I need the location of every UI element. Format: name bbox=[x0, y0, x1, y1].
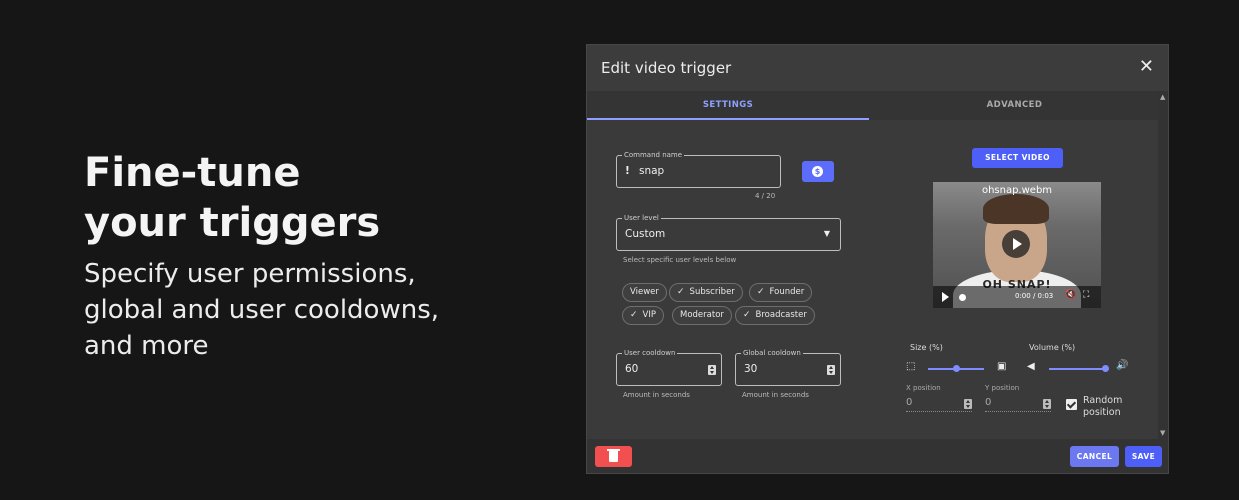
hero: Fine-tune your triggers Specify user per… bbox=[84, 148, 514, 364]
size-slider[interactable] bbox=[928, 365, 984, 372]
size-small-icon: ⬚ bbox=[906, 361, 916, 372]
stepper-icon[interactable] bbox=[708, 365, 716, 375]
dialog-body: Command name ! snap 4 / 20 $ User level … bbox=[587, 120, 1158, 439]
check-icon: ✓ bbox=[630, 310, 638, 320]
dollar-icon: $ bbox=[812, 166, 823, 177]
volume-label: Volume (%) bbox=[1029, 343, 1076, 352]
tab-settings[interactable]: SETTINGS bbox=[587, 91, 869, 120]
check-icon: ✓ bbox=[743, 310, 751, 320]
video-time: 0:00 / 0:03 bbox=[1015, 292, 1054, 300]
video-filename: ohsnap.webm bbox=[981, 185, 1053, 196]
chip-founder[interactable]: ✓ Founder bbox=[749, 283, 813, 302]
page: Fine-tune your triggers Specify user per… bbox=[0, 0, 1239, 500]
x-position-field[interactable]: X position 0 bbox=[906, 384, 972, 412]
random-position-label: Random position bbox=[1083, 395, 1123, 418]
hero-subtitle-line2: global and user cooldowns, bbox=[84, 295, 440, 325]
user-level-hint: Select specific user levels below bbox=[623, 256, 737, 264]
close-icon[interactable]: ✕ bbox=[1139, 57, 1154, 77]
play-overlay-icon[interactable] bbox=[1002, 230, 1030, 258]
price-button[interactable]: $ bbox=[802, 161, 834, 182]
user-level-select[interactable]: User level Custom ▼ bbox=[616, 213, 841, 251]
edit-video-dialog: Edit video trigger ✕ SETTINGS ADVANCED ▲… bbox=[586, 44, 1169, 474]
video-controls: 0:00 / 0:03 🔇 ⛶ bbox=[933, 286, 1101, 308]
scroll-down-icon[interactable]: ▼ bbox=[1160, 429, 1165, 437]
volume-slider-knob[interactable] bbox=[1101, 365, 1109, 372]
scroll-up-icon[interactable]: ▲ bbox=[1160, 93, 1165, 101]
command-counter: 4 / 20 bbox=[755, 192, 776, 200]
chip-label: Subscriber bbox=[689, 287, 735, 297]
hero-subtitle: Specify user permissions, global and use… bbox=[84, 256, 514, 364]
stepper-icon[interactable] bbox=[827, 365, 835, 375]
command-name-label: Command name bbox=[622, 150, 685, 160]
video-preview[interactable]: ohsnap.webm OH SNAP! 0:00 / 0:03 🔇 ⛶ bbox=[933, 182, 1101, 308]
chip-label: Viewer bbox=[630, 287, 659, 297]
tab-advanced[interactable]: ADVANCED bbox=[872, 91, 1157, 120]
chip-label: Moderator bbox=[680, 310, 724, 320]
volume-low-icon: ◀ bbox=[1027, 361, 1035, 372]
cancel-button[interactable]: CANCEL bbox=[1070, 446, 1119, 467]
command-name-field[interactable]: Command name ! snap bbox=[616, 150, 781, 188]
select-video-button[interactable]: SELECT VIDEO bbox=[972, 148, 1063, 168]
hero-title-line2: your triggers bbox=[84, 200, 381, 246]
scrollbar[interactable]: ▲ ▼ bbox=[1158, 91, 1168, 439]
chip-vip[interactable]: ✓ VIP bbox=[622, 306, 664, 325]
stepper-icon[interactable] bbox=[964, 399, 972, 409]
command-prefix: ! bbox=[625, 165, 630, 177]
user-cooldown-hint: Amount in seconds bbox=[623, 391, 690, 399]
check-icon: ✓ bbox=[757, 287, 765, 297]
chip-broadcaster[interactable]: ✓ Broadcaster bbox=[735, 306, 815, 325]
user-cooldown-label: User cooldown bbox=[622, 348, 678, 358]
fullscreen-icon[interactable]: ⛶ bbox=[1083, 290, 1089, 300]
global-cooldown-label: Global cooldown bbox=[741, 348, 803, 358]
chip-viewer[interactable]: Viewer bbox=[622, 283, 667, 302]
size-large-icon: ▣ bbox=[997, 361, 1007, 372]
hero-title-line1: Fine-tune bbox=[84, 150, 301, 196]
hero-subtitle-line1: Specify user permissions, bbox=[84, 259, 416, 289]
tab-bar: SETTINGS ADVANCED bbox=[587, 91, 1158, 120]
delete-button[interactable] bbox=[595, 446, 632, 467]
y-position-input[interactable]: 0 bbox=[985, 397, 991, 408]
trash-icon bbox=[607, 449, 620, 462]
mute-icon[interactable]: 🔇 bbox=[1065, 290, 1076, 300]
user-level-value: Custom bbox=[625, 228, 666, 240]
dialog-footer: CANCEL SAVE bbox=[587, 439, 1168, 473]
chevron-down-icon: ▼ bbox=[823, 229, 830, 238]
chip-label: Founder bbox=[769, 287, 805, 297]
video-hair bbox=[983, 194, 1049, 224]
y-position-label: Y position bbox=[985, 384, 1020, 392]
user-cooldown-input[interactable]: 60 bbox=[625, 363, 638, 375]
chip-moderator[interactable]: Moderator bbox=[672, 306, 732, 325]
dialog-header: Edit video trigger ✕ bbox=[587, 45, 1168, 91]
size-slider-knob[interactable] bbox=[952, 365, 960, 372]
chip-label: Broadcaster bbox=[755, 310, 807, 320]
hero-title: Fine-tune your triggers bbox=[84, 148, 514, 248]
save-button[interactable]: SAVE bbox=[1125, 446, 1162, 467]
x-position-label: X position bbox=[906, 384, 941, 392]
volume-high-icon: 🔊 bbox=[1116, 360, 1129, 371]
stepper-icon[interactable] bbox=[1043, 399, 1051, 409]
seek-handle[interactable] bbox=[959, 294, 966, 301]
global-cooldown-hint: Amount in seconds bbox=[742, 391, 809, 399]
play-icon[interactable] bbox=[942, 292, 949, 302]
size-label: Size (%) bbox=[910, 343, 943, 352]
user-cooldown-field[interactable]: User cooldown 60 bbox=[616, 348, 722, 386]
y-position-field[interactable]: Y position 0 bbox=[985, 384, 1051, 412]
random-position-checkbox[interactable] bbox=[1066, 399, 1077, 410]
volume-slider[interactable] bbox=[1049, 365, 1109, 372]
x-position-input[interactable]: 0 bbox=[906, 397, 912, 408]
hero-subtitle-line3: and more bbox=[84, 331, 209, 361]
dialog-title: Edit video trigger bbox=[601, 59, 732, 77]
global-cooldown-field[interactable]: Global cooldown 30 bbox=[735, 348, 841, 386]
chip-subscriber[interactable]: ✓ Subscriber bbox=[669, 283, 743, 302]
check-icon: ✓ bbox=[677, 287, 685, 297]
chip-label: VIP bbox=[642, 310, 656, 320]
user-level-label: User level bbox=[622, 213, 661, 223]
global-cooldown-input[interactable]: 30 bbox=[744, 363, 757, 375]
command-name-input[interactable]: snap bbox=[639, 165, 664, 177]
